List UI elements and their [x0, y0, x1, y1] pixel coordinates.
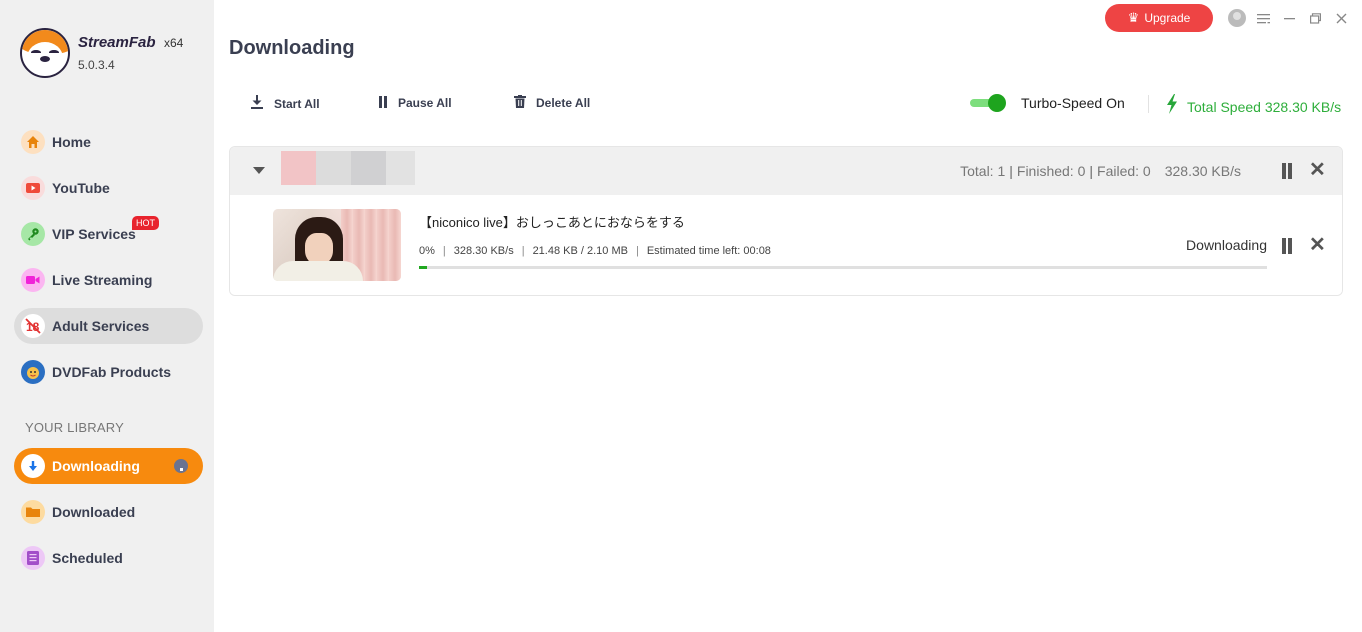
sidebar-nav: Home YouTube VIP Services HOT Live Strea… [14, 124, 203, 400]
turbo-speed: Turbo-Speed On [970, 94, 1125, 112]
no-18-icon: 18 [21, 314, 45, 338]
sidebar-item-label: Live Streaming [52, 272, 153, 288]
item-title: 【niconico live】おしっこあとにおならをする [419, 215, 685, 230]
sidebar-item-home[interactable]: Home [14, 124, 203, 160]
sidebar-item-label: YouTube [52, 180, 110, 196]
item-status: Downloading [1186, 237, 1267, 253]
youtube-icon [21, 176, 45, 200]
item-progress-fill [419, 266, 428, 269]
delete-all-button[interactable]: Delete All [514, 95, 590, 111]
app-window: StreamFab x64 5.0.3.4 Home YouTube VIP S… [0, 0, 1362, 632]
home-icon [21, 130, 45, 154]
sidebar-item-live-streaming[interactable]: Live Streaming [14, 262, 203, 298]
delete-all-label: Delete All [536, 96, 591, 110]
minimize-icon[interactable] [1279, 8, 1299, 28]
lightning-icon [1165, 94, 1179, 119]
item-percent: 0% [419, 245, 435, 257]
upgrade-button[interactable]: ♛ Upgrade [1105, 4, 1213, 32]
library-header: YOUR LIBRARY [25, 420, 124, 435]
item-progress-bar [419, 266, 1267, 269]
sidebar-item-label: Downloaded [52, 504, 136, 520]
start-all-label: Start All [274, 96, 320, 111]
app-arch: x64 [163, 36, 184, 50]
pause-all-label: Pause All [398, 96, 452, 110]
sidebar-item-dvdfab-products[interactable]: DVDFab Products [14, 354, 203, 390]
pause-icon [378, 95, 388, 111]
streamfab-logo-icon [20, 28, 70, 78]
hot-badge: HOT [132, 216, 159, 230]
crown-icon: ♛ [1127, 10, 1140, 25]
sidebar-item-downloaded[interactable]: Downloaded [14, 494, 203, 530]
key-icon [21, 222, 45, 246]
group-total: Total: 1 [960, 163, 1006, 179]
dvdfab-icon [21, 360, 45, 384]
page-title: Downloading [229, 37, 355, 59]
collapse-caret-icon[interactable] [253, 167, 265, 174]
sidebar-item-label: Home [52, 134, 91, 150]
downloading-status-dot [174, 459, 188, 473]
sidebar: StreamFab x64 5.0.3.4 Home YouTube VIP S… [0, 0, 214, 632]
group-stats: Total: 1 | Finished: 0 | Failed: 0 328.30 KB/… [960, 163, 1241, 179]
list-icon [21, 546, 45, 570]
item-pause-icon[interactable] [1280, 238, 1294, 254]
group-failed: Failed: 0 [1097, 163, 1151, 179]
sidebar-item-label: Downloading [52, 458, 140, 474]
sidebar-item-label: Adult Services [52, 318, 150, 334]
turbo-speed-label: Turbo-Speed On [1021, 95, 1125, 111]
item-size: 21.48 KB / 2.10 MB [532, 245, 628, 257]
blurred-group-title [281, 151, 316, 185]
download-group: Total: 1 | Finished: 0 | Failed: 0 328.30 KB/… [229, 146, 1343, 296]
video-thumbnail [273, 209, 401, 281]
app-name: StreamFab [78, 34, 156, 51]
item-close-icon[interactable]: ✕ [1309, 235, 1326, 255]
sidebar-item-youtube[interactable]: YouTube [14, 170, 203, 206]
sidebar-item-label: DVDFab Products [52, 364, 172, 380]
start-all-button[interactable]: Start All [250, 95, 320, 112]
folder-icon [21, 500, 45, 524]
sidebar-item-label: Scheduled [52, 550, 123, 566]
video-camera-icon [21, 268, 45, 292]
sidebar-item-label: VIP Services [52, 226, 136, 242]
group-header: Total: 1 | Finished: 0 | Failed: 0 328.30 KB/… [230, 147, 1342, 195]
sidebar-item-adult-services[interactable]: 18 Adult Services [14, 308, 203, 344]
item-speed: 328.30 KB/s [453, 245, 514, 257]
total-speed-label: Total Speed 328.30 KB/s [1187, 98, 1342, 115]
sidebar-item-scheduled[interactable]: Scheduled [14, 540, 203, 576]
item-meta: 0% | 328.30 KB/s | 21.48 KB / 2.10 MB | Estima… [419, 245, 771, 257]
brand: StreamFab x64 5.0.3.4 [20, 28, 183, 78]
library-nav: Downloading Downloaded Scheduled [14, 448, 203, 586]
download-item: 【niconico live】おしっこあとにおならをする 0% | 328.30 K… [230, 195, 1342, 295]
sidebar-item-vip-services[interactable]: VIP Services HOT [14, 216, 203, 252]
download-icon [21, 454, 45, 478]
theme-icon[interactable] [1227, 8, 1247, 28]
item-eta: Estimated time left: 00:08 [646, 245, 771, 257]
turbo-speed-toggle[interactable] [970, 94, 1006, 112]
close-icon[interactable] [1331, 8, 1351, 28]
trash-icon [514, 95, 526, 111]
group-close-icon[interactable]: ✕ [1309, 160, 1326, 180]
maximize-icon[interactable] [1305, 8, 1325, 28]
group-speed: 328.30 KB/s [1164, 163, 1241, 179]
group-finished: Finished: 0 [1016, 163, 1086, 179]
total-speed: Total Speed 328.30 KB/s [1165, 94, 1341, 119]
divider [1148, 95, 1149, 113]
app-version: 5.0.3.4 [78, 58, 115, 72]
upgrade-label: Upgrade [1144, 11, 1191, 25]
sidebar-item-downloading[interactable]: Downloading [14, 448, 203, 484]
download-icon [250, 95, 264, 112]
group-pause-icon[interactable] [1280, 163, 1294, 179]
pause-all-button[interactable]: Pause All [378, 95, 452, 111]
menu-icon[interactable] [1253, 8, 1273, 28]
